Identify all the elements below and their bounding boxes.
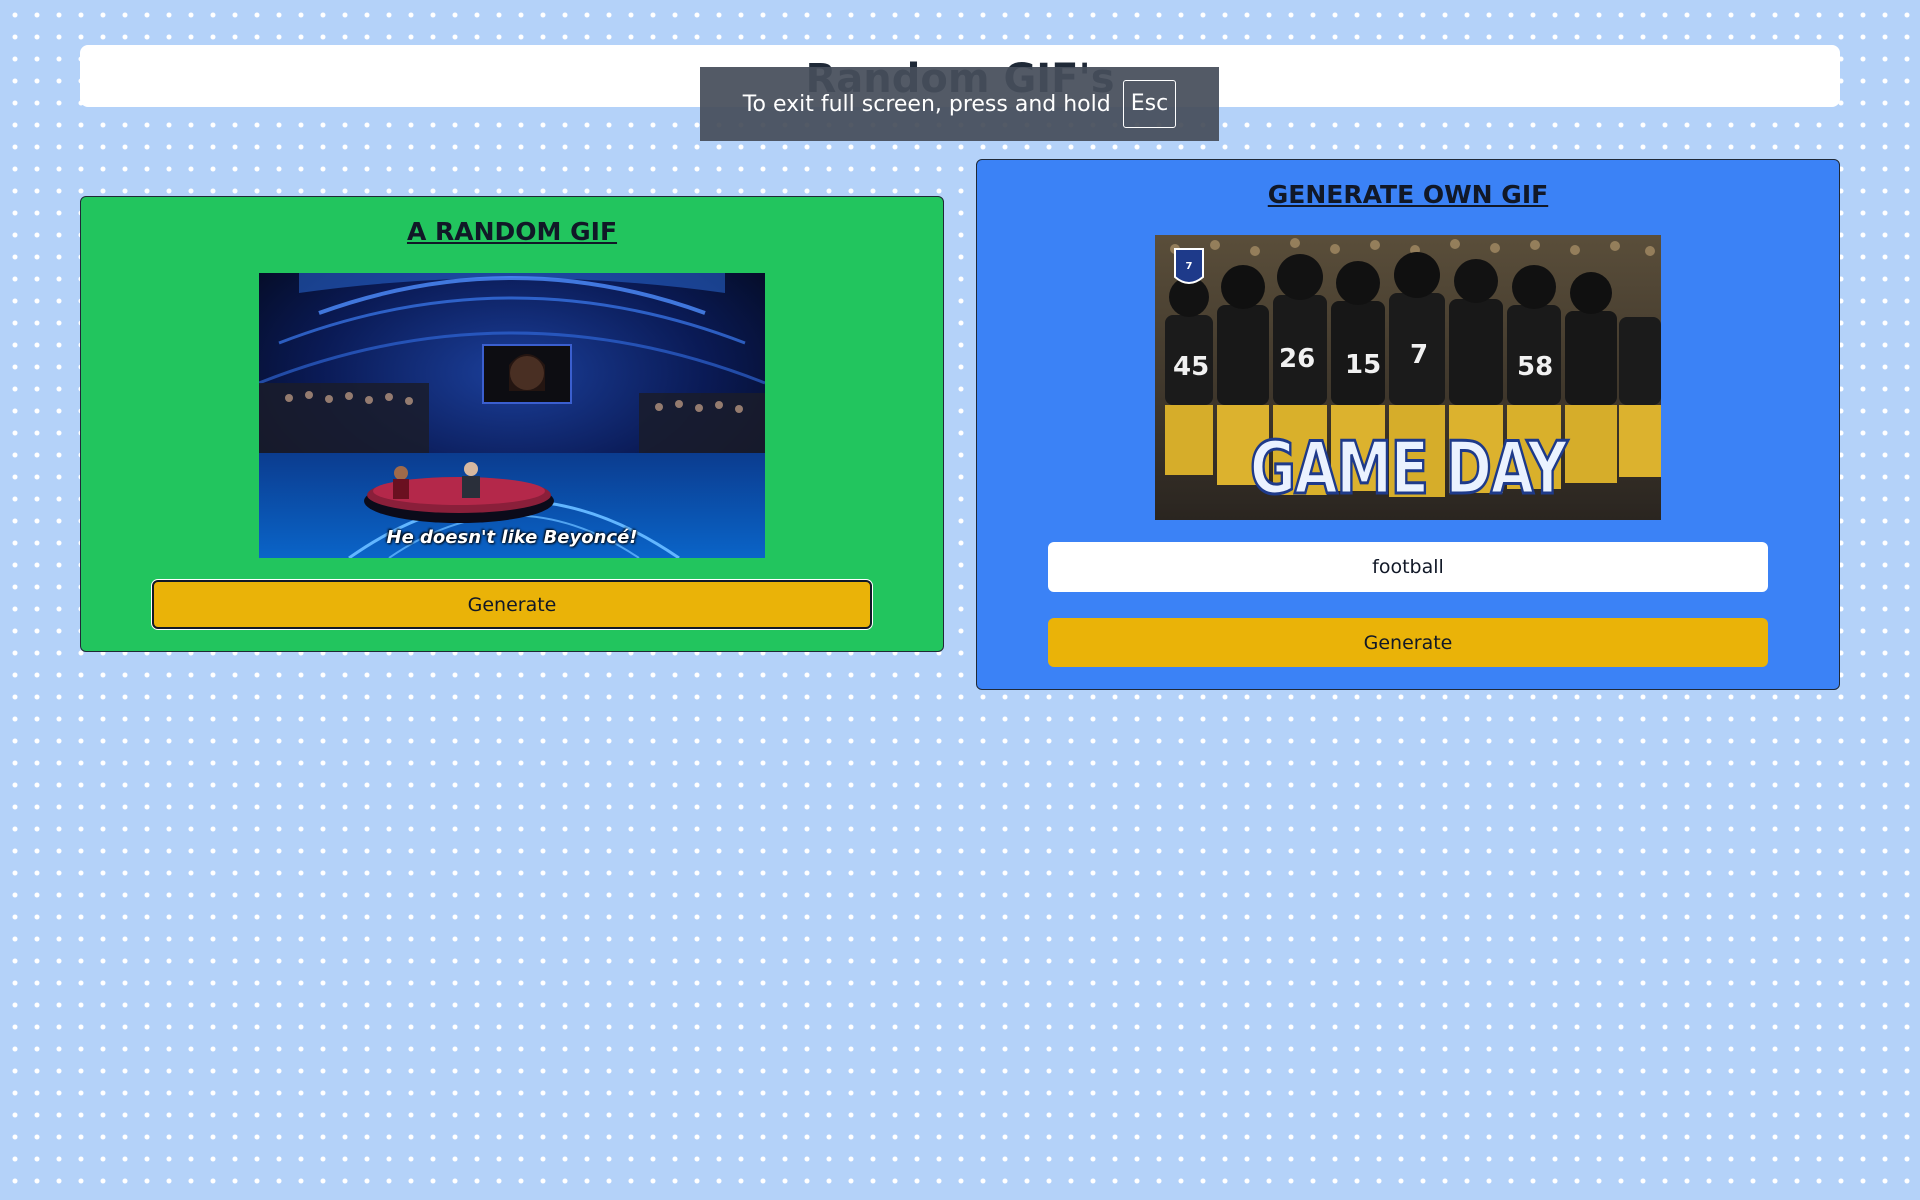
esc-key-icon: Esc (1122, 80, 1177, 128)
generate-random-button[interactable]: Generate (152, 580, 872, 629)
random-gif-image: He doesn't like Beyoncé! (259, 273, 765, 558)
random-gif-title: A RANDOM GIF (406, 217, 618, 246)
random-gif-card: A RANDOM GIF He doesn't like Beyoncé! Ge… (80, 196, 944, 652)
own-gif-title: GENERATE OWN GIF (1267, 180, 1549, 209)
generate-own-button[interactable]: Generate (1048, 618, 1768, 667)
gif-search-input[interactable] (1048, 542, 1768, 592)
svg-text:15: 15 (1345, 350, 1381, 380)
svg-text:7: 7 (1186, 261, 1193, 272)
random-gif-caption: He doesn't like Beyoncé! (386, 527, 638, 548)
random-gif-scene (259, 273, 765, 558)
fullscreen-notice-text: To exit full screen, press and hold (742, 91, 1111, 117)
svg-text:45: 45 (1173, 352, 1209, 382)
own-gif-card: GENERATE OWN GIF 45 26 15 7 58 7 GAME DA… (976, 159, 1840, 690)
own-gif-image: 45 26 15 7 58 7 GAME DAY (1155, 235, 1661, 520)
fullscreen-exit-notice: To exit full screen, press and hold Esc (700, 67, 1219, 141)
svg-text:7: 7 (1410, 340, 1428, 370)
own-gif-overlay-text: GAME DAY (1249, 425, 1569, 512)
svg-text:58: 58 (1517, 352, 1553, 382)
svg-text:26: 26 (1279, 344, 1315, 374)
